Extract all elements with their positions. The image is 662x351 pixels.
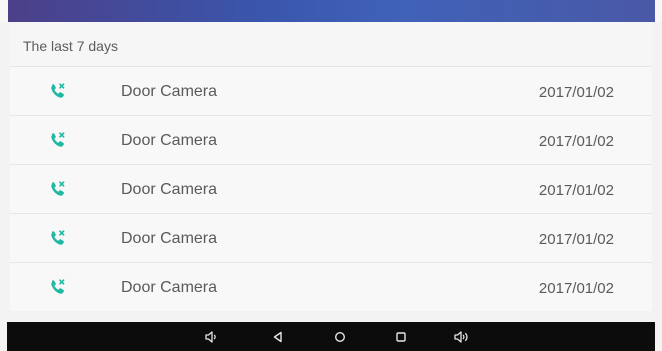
call-date: 2017/01/02 xyxy=(538,84,614,101)
call-row[interactable]: Door Camera 2017/01/02 xyxy=(10,66,652,115)
recents-icon[interactable] xyxy=(392,328,410,346)
header-bar xyxy=(0,0,662,22)
caller-name: Door Camera xyxy=(121,83,218,100)
caller-name: Door Camera xyxy=(121,279,218,296)
home-icon[interactable] xyxy=(331,328,349,346)
system-nav-bar xyxy=(7,322,655,351)
app-screen: The last 7 days Door Camera 2017/01/02 D… xyxy=(0,0,662,351)
call-row[interactable]: Door Camera 2017/01/02 xyxy=(10,115,652,164)
missed-call-icon xyxy=(51,83,65,98)
header-right-edge xyxy=(655,0,662,22)
section-header: The last 7 days xyxy=(10,22,652,66)
header-left-edge xyxy=(0,0,8,22)
call-date: 2017/01/02 xyxy=(538,280,614,297)
call-date: 2017/01/02 xyxy=(538,231,614,248)
missed-call-icon xyxy=(51,132,65,147)
call-date: 2017/01/02 xyxy=(538,133,614,150)
caller-name: Door Camera xyxy=(121,230,218,247)
call-list: Door Camera 2017/01/02 Door Camera 2017/… xyxy=(10,66,652,311)
section-title: The last 7 days xyxy=(23,38,118,54)
caller-name: Door Camera xyxy=(121,181,218,198)
caller-name: Door Camera xyxy=(121,132,218,149)
missed-call-icon xyxy=(51,279,65,294)
call-row[interactable]: Door Camera 2017/01/02 xyxy=(10,262,652,311)
call-row[interactable]: Door Camera 2017/01/02 xyxy=(10,213,652,262)
missed-call-icon xyxy=(51,181,65,196)
back-icon[interactable] xyxy=(269,328,287,346)
call-row[interactable]: Door Camera 2017/01/02 xyxy=(10,164,652,213)
call-date: 2017/01/02 xyxy=(538,182,614,199)
missed-call-icon xyxy=(51,230,65,245)
volume-up-icon[interactable] xyxy=(453,328,471,346)
volume-down-icon[interactable] xyxy=(203,328,221,346)
